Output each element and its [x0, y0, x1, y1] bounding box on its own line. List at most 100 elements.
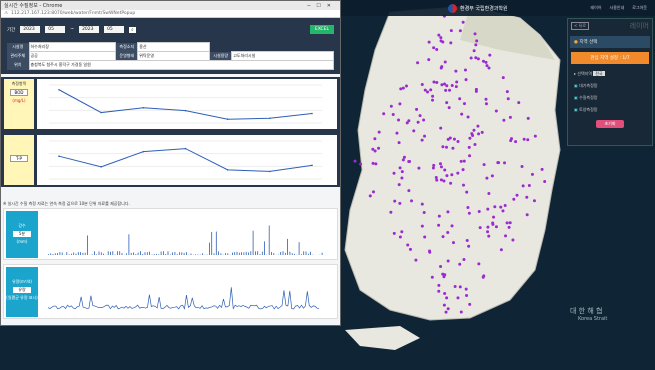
rain-bar: [298, 242, 300, 255]
station-dot: [426, 90, 430, 94]
station-dot: [412, 129, 416, 133]
rain-bar: [137, 252, 139, 255]
data-point: [58, 88, 60, 91]
station-dot: [437, 214, 441, 218]
rain-bar: [140, 251, 141, 255]
flow-side: 유량(m³/d) 유량 (일평균 유량 표시): [6, 267, 38, 317]
station-dot: [389, 210, 393, 214]
station-dot: [476, 57, 480, 61]
station-dot: [488, 53, 492, 57]
station-dot: [485, 64, 489, 68]
station-dot: [458, 97, 462, 101]
window-controls[interactable]: ─☐✕: [307, 3, 337, 9]
rain-bar: [119, 251, 121, 255]
url-text[interactable]: 112.217.167.123:8070/web/water/Fnmt/SwWN…: [11, 11, 135, 16]
station-dot: [505, 90, 509, 94]
station-dot: [439, 265, 443, 269]
station-dot: [464, 78, 468, 82]
year-end-select[interactable]: 2023: [79, 26, 100, 33]
rain-bar: [71, 253, 72, 255]
layer-link[interactable]: 레이어: [590, 5, 601, 11]
station-dot: [482, 163, 486, 167]
station-dot: [442, 303, 446, 307]
station-dot: [462, 257, 466, 261]
rain-bar: [213, 253, 215, 255]
station-dot: [526, 116, 530, 120]
station-dot: [391, 113, 395, 117]
rain-bar: [273, 253, 275, 255]
rain-bar: [112, 251, 114, 255]
station-dot: [382, 112, 386, 116]
rain-bar: [75, 253, 77, 255]
station-dot: [422, 210, 426, 214]
station-dot: [417, 166, 421, 170]
flow-chart: 유량(m³/d) 유량 (일평균 유량 표시): [3, 264, 338, 319]
rain-bar: [232, 252, 233, 255]
reset-button[interactable]: 초기화: [596, 120, 624, 128]
window-title: 실시간 수질정보 - Chrome: [4, 3, 63, 9]
rain-bar: [133, 252, 134, 255]
layer-panel: < 뒤로 레이어 ● 지역 선택 관심 지역 설정 : 1/7 ▸ 선택지역 전국…: [567, 18, 653, 146]
station-dot: [441, 235, 445, 239]
rain-bar: [158, 254, 160, 255]
station-dot: [447, 106, 451, 110]
station-dot: [454, 85, 458, 89]
data-point: [142, 107, 145, 109]
station-dot: [428, 249, 432, 253]
search-icon[interactable]: ⌕: [129, 26, 136, 33]
rain-bar: [68, 254, 70, 255]
rain-bar: [287, 238, 288, 255]
chart1-item-select[interactable]: BOD: [10, 89, 28, 96]
rain-bar: [218, 251, 219, 255]
station-dot: [461, 20, 465, 24]
layer-row-air[interactable]: ▣ 대기측정망: [568, 80, 652, 92]
excel-button[interactable]: EXCEL: [309, 25, 334, 34]
rain-bar: [183, 252, 185, 255]
station-dot: [468, 154, 472, 158]
region-row[interactable]: ▸ 선택지역 전국: [568, 68, 652, 80]
station-dot: [400, 230, 404, 234]
station-dot: [427, 40, 431, 44]
station-dot: [491, 221, 495, 225]
station-dot: [444, 145, 448, 149]
rain-bar: [176, 254, 178, 255]
rain-bar: [130, 253, 132, 255]
layer-row-soil[interactable]: ▣ 토양측정망: [568, 104, 652, 116]
back-button[interactable]: < 뒤로: [571, 22, 589, 30]
region-select-header[interactable]: ● 지역 선택: [570, 36, 650, 48]
station-dot: [407, 189, 411, 193]
rain-bar: [144, 252, 146, 255]
station-dot: [484, 97, 488, 101]
logout-link[interactable]: 로그아웃: [632, 5, 647, 11]
station-dot: [454, 69, 458, 73]
region-setting-button[interactable]: 관심 지역 설정 : 1/7: [571, 52, 649, 64]
data-point: [311, 164, 313, 167]
station-dot: [400, 176, 404, 180]
station-dot: [443, 82, 447, 86]
month-end-select[interactable]: 05: [104, 26, 125, 33]
station-dot: [486, 225, 490, 229]
station-dot: [420, 224, 424, 228]
station-dot: [450, 224, 454, 228]
rain-bar: [301, 254, 302, 255]
month-start-select[interactable]: 05: [45, 26, 66, 33]
chart1-side: 측정항목 BOD (mg/L): [4, 79, 34, 129]
rain-bar: [252, 230, 254, 255]
station-dot: [401, 158, 405, 162]
station-dot: [532, 199, 536, 203]
rain-bar: [156, 253, 157, 255]
station-dot: [468, 302, 472, 306]
station-dot: [449, 41, 453, 45]
station-dot: [398, 166, 402, 170]
flow-select[interactable]: 유량: [13, 287, 31, 293]
rain-bar: [84, 252, 86, 255]
year-start-select[interactable]: 2023: [20, 26, 41, 33]
guide-link[interactable]: 사용안내: [610, 5, 625, 11]
station-dot: [508, 221, 512, 225]
layer-row-water[interactable]: ▣ 수질측정망: [568, 92, 652, 104]
chart2-item-select[interactable]: T-P: [10, 155, 28, 162]
station-dot: [484, 102, 488, 106]
rain-select[interactable]: 5분: [13, 231, 31, 237]
rain-bar: [80, 252, 81, 255]
station-dot: [503, 161, 507, 165]
